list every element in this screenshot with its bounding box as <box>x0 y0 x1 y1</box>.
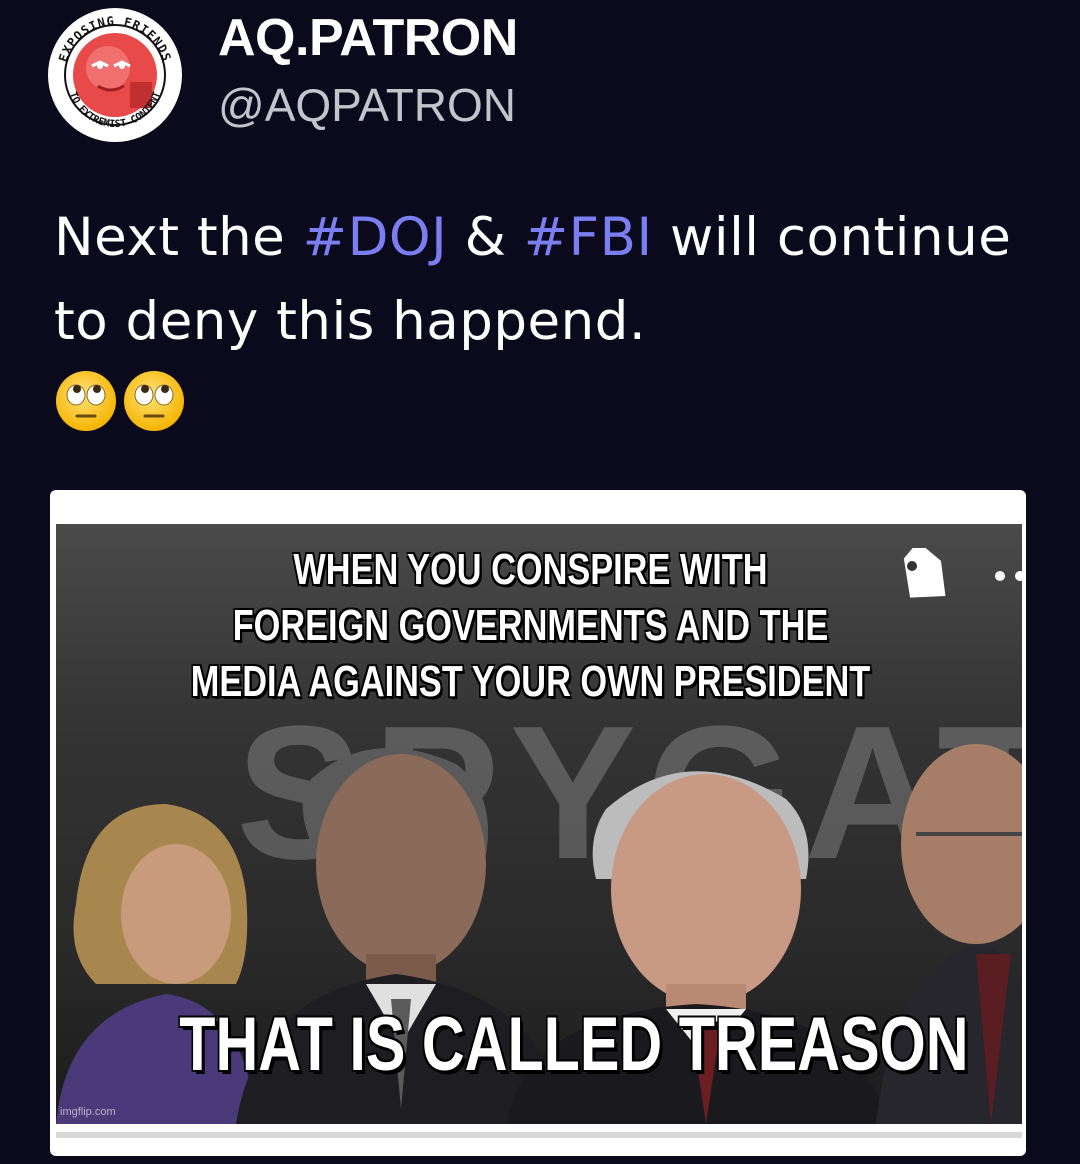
emoji-row <box>55 370 185 432</box>
post-text-segment: Next the <box>54 207 303 268</box>
user-handle[interactable]: @AQPATRON <box>218 78 516 132</box>
display-name[interactable]: AQ.PATRON <box>218 8 518 68</box>
hashtag-fbi-link[interactable]: #FBI <box>524 207 653 268</box>
avatar[interactable]: EXPOSING FRIENDS TO EXTREMIST CONTENT <box>48 8 182 142</box>
post-text-segment: & <box>447 207 524 268</box>
tag-icon[interactable] <box>892 548 956 608</box>
meme-watermark: imgflip.com <box>60 1106 116 1118</box>
meme-caption-line: WHEN YOU CONSPIRE WITH <box>293 545 768 594</box>
meme-caption-top: WHEN YOU CONSPIRE WITH FOREIGN GOVERNMEN… <box>154 542 907 710</box>
media-bottom-border <box>56 1132 1022 1138</box>
rolling-eyes-emoji-icon <box>56 371 116 431</box>
hashtag-doj-link[interactable]: #DOJ <box>303 207 448 268</box>
meme-caption-line: MEDIA AGAINST YOUR OWN PRESIDENT <box>190 657 871 706</box>
post-container: EXPOSING FRIENDS TO EXTREMIST CONTENT AQ… <box>0 0 1080 1164</box>
meme-image: SPYGATE <box>56 524 1022 1124</box>
post-text: Next the #DOJ & #FBI will continue to de… <box>54 196 1014 364</box>
meme-caption-line: FOREIGN GOVERNMENTS AND THE <box>232 601 829 650</box>
meme-caption-bottom: THAT IS CALLED TREASON <box>179 1002 969 1087</box>
rolling-eyes-emoji-icon <box>124 371 184 431</box>
avatar-badge-icon: EXPOSING FRIENDS TO EXTREMIST CONTENT <box>49 9 181 141</box>
post-media[interactable]: SPYGATE <box>50 490 1026 1156</box>
more-options-icon[interactable] <box>992 566 1022 586</box>
